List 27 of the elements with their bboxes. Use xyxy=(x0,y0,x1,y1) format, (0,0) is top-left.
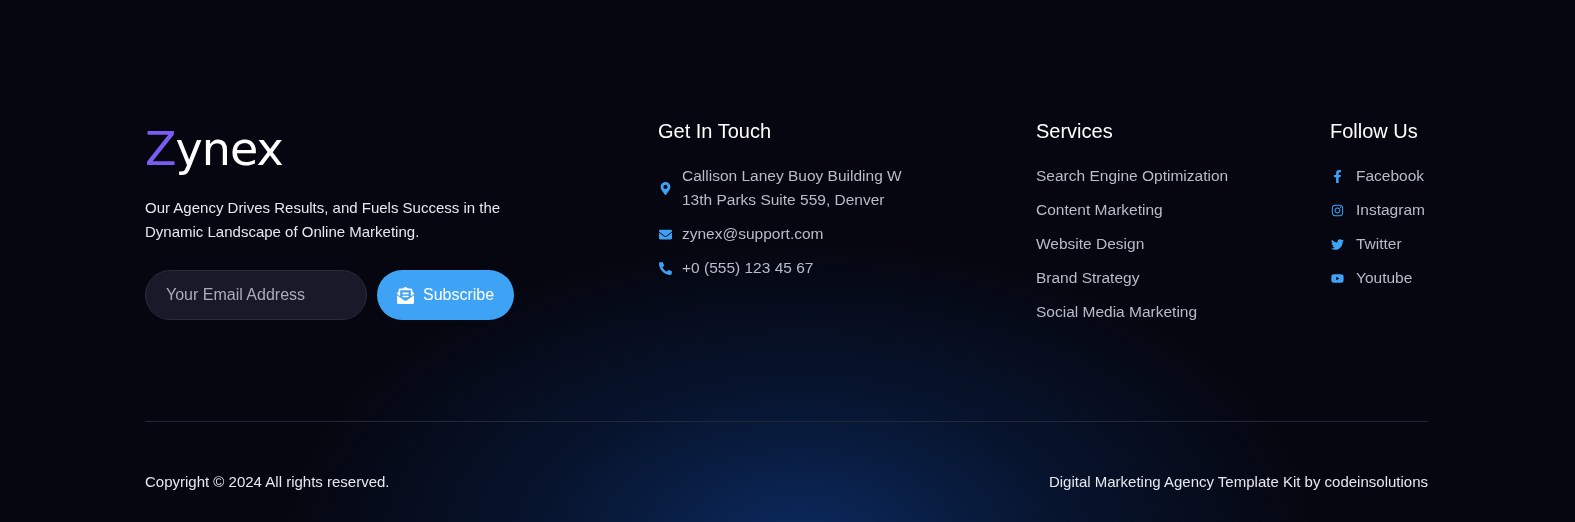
social-link[interactable]: Facebook xyxy=(1356,164,1425,188)
column-heading: Follow Us xyxy=(1330,119,1419,144)
social-link[interactable]: Youtube xyxy=(1356,266,1413,290)
social-link[interactable]: Instagram xyxy=(1356,198,1425,222)
contact-text: zynex@support.com xyxy=(682,224,824,244)
social-link[interactable]: Twitter xyxy=(1356,232,1402,256)
envelope-icon xyxy=(658,227,672,241)
service-link[interactable]: Website Design xyxy=(1036,232,1330,256)
youtube-icon[interactable] xyxy=(1330,271,1344,285)
service-link[interactable]: Content Marketing xyxy=(1036,198,1330,222)
tagline: Our Agency Drives Results, and Fuels Success in the Dynamic Landscape of Online Marketing. xyxy=(145,198,502,242)
service-link[interactable]: Search Engine Optimization xyxy=(1036,164,1330,188)
email-field[interactable]: Your Email Address xyxy=(145,270,367,320)
phone-icon xyxy=(658,261,672,275)
contact-text: Callison Laney Buoy Building W 13th Parks Suite 559, Denver xyxy=(682,166,903,210)
envelope-icon xyxy=(397,286,414,304)
map-pin-icon xyxy=(658,181,672,195)
service-link[interactable]: Social Media Marketing xyxy=(1036,300,1330,324)
contact-text: +0 (555) 123 45 67 xyxy=(682,258,814,278)
credit-text: Digital Marketing Agency Template Kit by codeinsolutions xyxy=(1048,473,1428,490)
brand-logo[interactable]: Zynex xyxy=(145,118,658,180)
column-heading: Get In Touch xyxy=(658,119,773,144)
column-heading: Services xyxy=(1036,119,1114,144)
service-link[interactable]: Brand Strategy xyxy=(1036,266,1330,290)
copyright-text: Copyright © 2024 All rights reserved. xyxy=(145,473,390,490)
twitter-icon[interactable] xyxy=(1330,237,1344,251)
instagram-icon[interactable] xyxy=(1330,203,1344,217)
